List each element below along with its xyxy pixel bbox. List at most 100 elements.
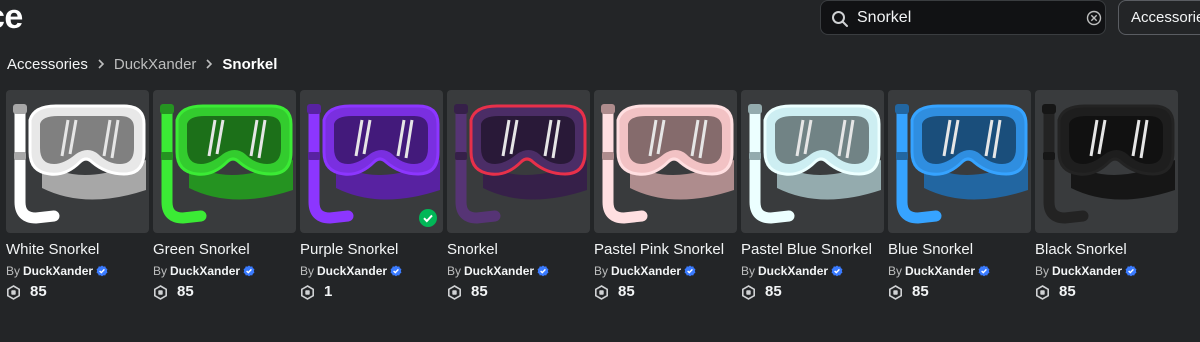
creator-prefix: By <box>1035 264 1050 278</box>
robux-icon <box>741 284 755 300</box>
item-card[interactable]: Green Snorkel By DuckXander 85 <box>153 90 296 301</box>
item-card[interactable]: Black Snorkel By DuckXander 85 <box>1035 90 1178 301</box>
robux-icon <box>6 284 20 300</box>
item-name[interactable]: Pastel Blue Snorkel <box>741 241 884 259</box>
snorkel-image <box>895 104 1028 224</box>
verified-badge-icon <box>831 265 843 277</box>
item-name[interactable]: Green Snorkel <box>153 241 296 259</box>
item-creator: By DuckXander <box>888 264 1031 278</box>
item-creator: By DuckXander <box>594 264 737 278</box>
item-name[interactable]: Purple Snorkel <box>300 241 443 259</box>
item-thumbnail[interactable] <box>300 90 443 233</box>
breadcrumb-accessories[interactable]: Accessories <box>7 56 88 73</box>
item-price: 85 <box>6 283 149 301</box>
item-name[interactable]: Black Snorkel <box>1035 241 1178 259</box>
item-thumbnail[interactable] <box>888 90 1031 233</box>
item-card[interactable]: Pastel Pink Snorkel By DuckXander 85 <box>594 90 737 301</box>
item-creator: By DuckXander <box>6 264 149 278</box>
search-icon <box>832 11 848 27</box>
breadcrumb: Accessories DuckXander Snorkel <box>7 54 277 74</box>
item-card[interactable]: Pastel Blue Snorkel By DuckXander 85 <box>741 90 884 301</box>
verified-badge-icon <box>1125 265 1137 277</box>
creator-name[interactable]: DuckXander <box>170 264 240 278</box>
item-card[interactable]: White Snorkel By DuckXander 85 <box>6 90 149 301</box>
price-value: 1 <box>324 283 333 300</box>
item-card[interactable]: Snorkel By DuckXander 85 <box>447 90 590 301</box>
item-creator: By DuckXander <box>1035 264 1178 278</box>
chevron-right-icon <box>98 59 104 69</box>
price-value: 85 <box>471 283 488 300</box>
creator-prefix: By <box>6 264 21 278</box>
breadcrumb-creator[interactable]: DuckXander <box>114 56 197 73</box>
verified-badge-icon <box>684 265 696 277</box>
creator-name[interactable]: DuckXander <box>905 264 975 278</box>
robux-icon <box>888 284 902 300</box>
item-creator: By DuckXander <box>300 264 443 278</box>
price-value: 85 <box>177 283 194 300</box>
item-thumbnail[interactable] <box>153 90 296 233</box>
item-creator: By DuckXander <box>153 264 296 278</box>
robux-icon <box>1035 284 1049 300</box>
item-thumbnail[interactable] <box>447 90 590 233</box>
chevron-right-icon <box>206 59 213 69</box>
item-price: 85 <box>741 283 884 301</box>
search-box[interactable] <box>820 0 1106 35</box>
robux-icon <box>447 284 461 300</box>
creator-prefix: By <box>594 264 609 278</box>
creator-prefix: By <box>447 264 462 278</box>
creator-prefix: By <box>741 264 756 278</box>
verified-badge-icon <box>96 265 108 277</box>
creator-name[interactable]: DuckXander <box>23 264 93 278</box>
verified-badge-icon <box>243 265 255 277</box>
snorkel-image <box>601 104 734 224</box>
snorkel-image <box>748 104 881 224</box>
item-thumbnail[interactable] <box>1035 90 1178 233</box>
creator-name[interactable]: DuckXander <box>464 264 534 278</box>
price-value: 85 <box>912 283 929 300</box>
creator-name[interactable]: DuckXander <box>758 264 828 278</box>
verified-badge-icon <box>978 265 990 277</box>
creator-prefix: By <box>300 264 315 278</box>
item-price: 85 <box>447 283 590 301</box>
verified-badge-icon <box>537 265 549 277</box>
robux-icon <box>153 284 167 300</box>
page-title: ce <box>0 0 23 36</box>
price-value: 85 <box>765 283 782 300</box>
item-card[interactable]: Blue Snorkel By DuckXander 85 <box>888 90 1031 301</box>
item-thumbnail[interactable] <box>741 90 884 233</box>
robux-icon <box>300 284 314 300</box>
price-value: 85 <box>1059 283 1076 300</box>
item-card[interactable]: Purple Snorkel By DuckXander 1 <box>300 90 443 301</box>
creator-prefix: By <box>153 264 168 278</box>
price-value: 85 <box>30 283 47 300</box>
item-name[interactable]: White Snorkel <box>6 241 149 259</box>
snorkel-image <box>454 104 587 224</box>
creator-name[interactable]: DuckXander <box>317 264 387 278</box>
item-price: 85 <box>594 283 737 301</box>
snorkel-image <box>13 104 146 224</box>
price-value: 85 <box>618 283 635 300</box>
creator-name[interactable]: DuckXander <box>611 264 681 278</box>
robux-icon <box>594 284 608 300</box>
breadcrumb-current: Snorkel <box>222 55 278 73</box>
item-thumbnail[interactable] <box>6 90 149 233</box>
owned-check-icon <box>419 209 437 227</box>
item-creator: By DuckXander <box>447 264 590 278</box>
item-price: 85 <box>1035 283 1178 301</box>
item-price: 85 <box>153 283 296 301</box>
creator-name[interactable]: DuckXander <box>1052 264 1122 278</box>
category-dropdown[interactable]: Accessories <box>1118 0 1200 35</box>
verified-badge-icon <box>390 265 402 277</box>
item-price: 85 <box>888 283 1031 301</box>
snorkel-image <box>160 104 293 224</box>
search-input[interactable] <box>857 1 1069 34</box>
snorkel-image <box>1042 104 1175 224</box>
item-name[interactable]: Blue Snorkel <box>888 241 1031 259</box>
clear-icon[interactable] <box>1086 10 1102 26</box>
item-name[interactable]: Pastel Pink Snorkel <box>594 241 737 259</box>
item-price: 1 <box>300 283 443 301</box>
creator-prefix: By <box>888 264 903 278</box>
item-thumbnail[interactable] <box>594 90 737 233</box>
item-name[interactable]: Snorkel <box>447 241 590 259</box>
item-creator: By DuckXander <box>741 264 884 278</box>
